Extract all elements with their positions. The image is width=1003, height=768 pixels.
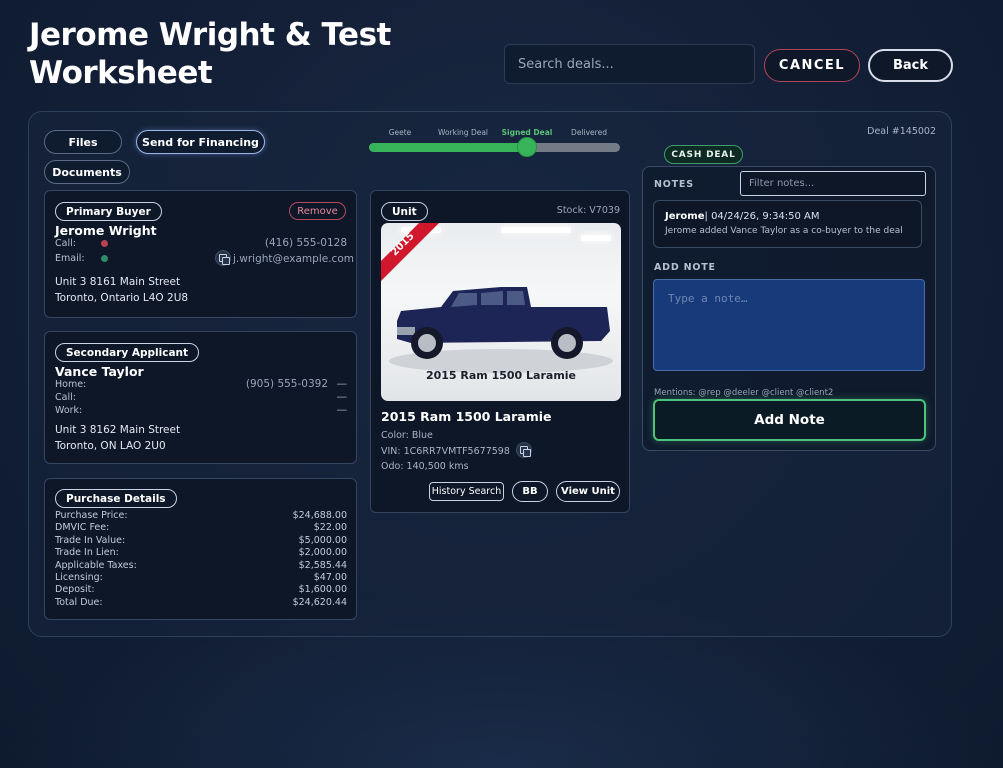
note-timestamp: | 04/24/26, 9:34:50 AM [704,211,820,222]
cancel-button[interactable]: CANCEL [764,49,860,82]
stage-label-4: Delivered [571,128,607,137]
purchase-row-label: DMVIC Fee: [55,522,110,534]
home-label: Home: [55,379,87,390]
unit-color: Color: Blue [381,430,433,441]
copy-email-icon[interactable] [215,250,231,266]
send-for-financing-button[interactable]: Send for Financing [136,130,265,154]
call-dash: — [336,391,348,403]
note-entry [653,200,922,248]
purchase-row: Trade In Lien: $2,000.00 [55,547,347,559]
secondary-call-label: Call: [55,392,76,403]
secondary-home-phone[interactable]: (905) 555-0392 [200,378,328,390]
note-header: Jerome| 04/24/26, 9:34:50 AM [665,211,820,222]
photo-caption: 2015 Ram 1500 Laramie [425,369,577,382]
primary-address-line1: Unit 3 8161 Main Street [55,276,181,288]
mentions-hint: Mentions: @rep @deeler @client @client2 [654,388,834,398]
stage-label-2: Working Deal [437,128,489,137]
add-note-heading: ADD NOTE [654,262,716,273]
add-note-button[interactable]: Add Note [653,399,926,441]
unit-title: 2015 Ram 1500 Laramie [381,409,552,424]
history-search-button[interactable]: History Search [429,482,504,501]
documents-button[interactable]: Documents [44,160,130,184]
secondary-address-line1: Unit 3 8162 Main Street [55,424,181,436]
purchase-row-value: $47.00 [313,572,347,583]
purchase-details-tag: Purchase Details [55,489,177,508]
purchase-row-value: $2,000.00 [298,547,347,559]
primary-email[interactable]: j.wright@example.com [233,253,354,265]
cash-deal-badge: CASH DEAL [664,145,743,164]
bb-button[interactable]: BB [512,481,548,502]
purchase-row: Deposit: $1,600.00 [55,584,347,596]
stage-label-1: Geete [388,128,412,137]
note-author: Jerome [665,211,705,222]
purchase-row-label: Purchase Price: [55,510,128,521]
notes-heading: NOTES [654,179,694,190]
purchase-row-label: Total Due: [55,596,103,608]
secondary-address-line2: Toronto, ON LAO 2U0 [55,440,166,452]
purchase-row-value: $24,620.44 [292,596,347,608]
home-extra-dash: — [336,378,348,390]
purchase-row: DMVIC Fee: $22.00 [55,522,347,534]
purchase-row-label: Trade In Lien: [55,547,119,559]
primary-buyer-name: Jerome Wright [55,223,157,238]
purchase-row: Purchase Price: $24,688.00 [55,510,347,522]
deal-progress-handle[interactable] [517,137,538,157]
unit-tag: Unit [381,202,428,221]
purchase-row-value: $24,688.00 [292,510,347,521]
secondary-applicant-tag: Secondary Applicant [55,343,200,362]
purchase-row-label: Licensing: [55,572,103,583]
call-label: Call: [55,238,76,249]
year-ribbon [381,223,439,281]
purchase-row-label: Deposit: [55,584,95,596]
purchase-row-label: Applicable Taxes: [55,559,137,571]
purchase-row: Trade In Value: $5,000.00 [55,535,347,547]
deal-progress-fill [369,143,528,152]
filter-notes-input[interactable] [740,171,926,196]
deal-progress-track[interactable] [369,143,620,152]
note-text: Jerome added Vance Taylor as a co-buyer … [665,226,903,236]
purchase-row-value: $1,600.00 [298,584,347,596]
files-button[interactable]: Files [44,130,122,154]
copy-vin-icon[interactable] [516,442,532,458]
primary-address-line2: Toronto, Ontario L4O 2U8 [55,292,189,304]
purchase-row: Applicable Taxes: $2,585.44 [55,560,347,572]
unit-vin: VIN: 1C6RR7VMTF5677598 [381,446,510,457]
work-label: Work: [55,405,83,416]
call-status-dot [101,240,108,247]
email-label: Email: [55,253,85,264]
purchase-row-value: $22.00 [313,522,347,534]
purchase-row-label: Trade In Value: [55,534,126,546]
vehicle-photo[interactable]: 2015 2015 Ram 1500 Laramie [381,223,621,401]
email-status-dot [101,255,108,262]
stage-label-3: Signed Deal [501,128,553,137]
primary-phone[interactable]: (416) 555-0128 [200,237,347,249]
purchase-row-value: $5,000.00 [298,534,347,546]
back-button[interactable]: Back [868,49,953,82]
deal-number: Deal #145002 [867,126,936,137]
purchase-row-value: $2,585.44 [298,559,347,571]
stock-number: Stock: V7039 [556,205,620,216]
view-unit-button[interactable]: View Unit [556,481,620,502]
purchase-row: Licensing: $47.00 [55,572,347,584]
work-dash: — [336,404,348,416]
purchase-row: Total Due: $24,620.44 [55,597,347,609]
unit-odometer: Odo: 140,500 kms [381,461,469,472]
primary-buyer-tag: Primary Buyer [55,202,162,221]
remove-buyer-button[interactable]: Remove [289,202,346,220]
note-textarea[interactable] [653,279,925,371]
secondary-applicant-name: Vance Taylor [55,364,144,379]
search-deals-input[interactable] [504,44,755,84]
page-title: Jerome Wright & Test Worksheet [29,17,391,91]
